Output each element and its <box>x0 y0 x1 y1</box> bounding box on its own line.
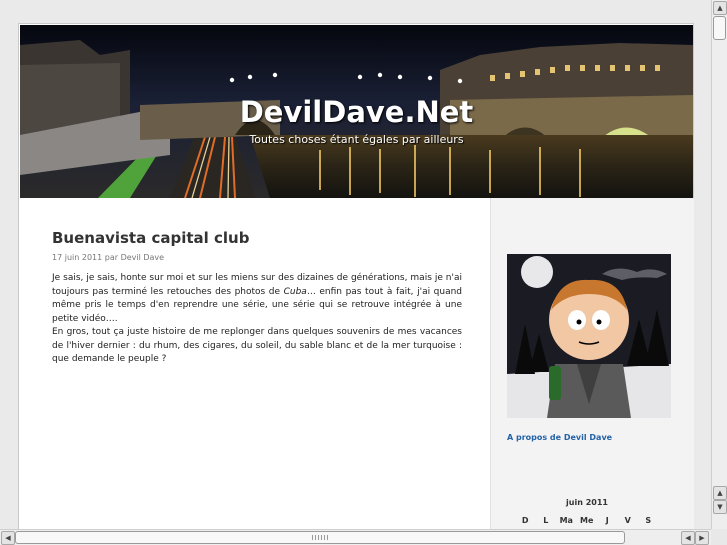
calendar-weekday: D <box>521 516 529 525</box>
scroll-up-arrow-icon[interactable]: ▲ <box>713 1 727 15</box>
site-header: DevilDave.Net Toutes choses étant égales… <box>20 25 693 198</box>
site-title[interactable]: DevilDave.Net <box>20 95 693 129</box>
sidebar: A propos de Devil Dave juin 2011 D L Ma … <box>490 198 694 529</box>
post-body: Je sais, je sais, honte sur moi et sur l… <box>52 272 462 367</box>
main-content: Buenavista capital club 17 juin 2011 par… <box>52 229 462 367</box>
scrollbar-corner <box>711 529 727 545</box>
calendar-weekday-row: D L Ma Me J V S <box>515 513 659 529</box>
calendar-caption: juin 2011 <box>566 498 608 507</box>
vertical-scroll-thumb[interactable] <box>713 16 726 40</box>
calendar-weekday: Ma <box>559 516 573 525</box>
avatar-cartoon-icon <box>507 254 671 418</box>
scroll-left-arrow-icon[interactable]: ◀ <box>681 531 695 545</box>
scroll-down-arrow-icon[interactable]: ▼ <box>713 500 727 514</box>
horizontal-scroll-thumb[interactable] <box>15 531 625 544</box>
calendar-weekday: J <box>605 516 609 525</box>
post-paragraph: Je sais, je sais, honte sur moi et sur l… <box>52 272 462 326</box>
scroll-up-arrow-icon[interactable]: ▲ <box>713 486 727 500</box>
page-container: DevilDave.Net Toutes choses étant égales… <box>18 23 694 529</box>
post-meta: 17 juin 2011 par Devil Dave <box>52 253 165 262</box>
calendar-weekday: Me <box>580 516 594 525</box>
horizontal-scrollbar[interactable]: ◀ ◀ ▶ <box>0 529 711 545</box>
site-tagline: Toutes choses étant égales par ailleurs <box>249 133 464 146</box>
about-author-link[interactable]: A propos de Devil Dave <box>507 433 612 442</box>
author-avatar-image <box>507 254 671 418</box>
scroll-left-arrow-icon[interactable]: ◀ <box>1 531 15 545</box>
post-title[interactable]: Buenavista capital club <box>52 229 462 247</box>
calendar-weekday: V <box>624 516 631 525</box>
post-emphasis: Cuba <box>283 286 307 297</box>
post-paragraph: En gros, tout ça juste histoire de me re… <box>52 327 462 364</box>
calendar-widget: juin 2011 D L Ma Me J V S 1 2 3 <box>515 498 659 529</box>
scroll-right-arrow-icon[interactable]: ▶ <box>695 531 709 545</box>
browser-viewport: DevilDave.Net Toutes choses étant égales… <box>0 0 711 529</box>
calendar-weekday: L <box>543 516 549 525</box>
scroll-grip-icon <box>312 535 330 540</box>
calendar-weekday: S <box>645 516 652 525</box>
vertical-scrollbar[interactable]: ▲ ▲ ▼ <box>711 0 727 529</box>
